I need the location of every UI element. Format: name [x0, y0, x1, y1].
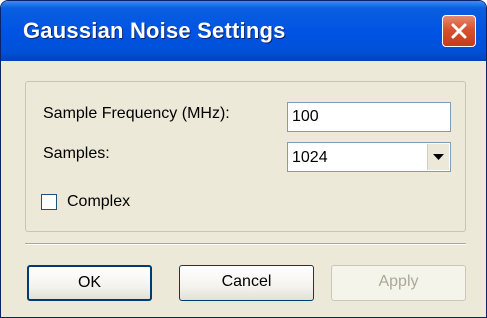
samples-dropdown[interactable]: 1024: [287, 142, 451, 172]
apply-button[interactable]: Apply: [331, 265, 466, 301]
sample-frequency-label: Sample Frequency (MHz):: [43, 105, 230, 122]
sample-frequency-input[interactable]: 100: [287, 102, 451, 132]
cancel-button[interactable]: Cancel: [179, 265, 314, 301]
ok-button[interactable]: OK: [27, 265, 152, 301]
dialog-window: Gaussian Noise Settings Sample Frequency…: [0, 0, 487, 318]
chevron-down-icon: [433, 154, 444, 160]
complex-label[interactable]: Complex: [67, 193, 130, 211]
close-icon: [451, 23, 467, 39]
complex-checkbox[interactable]: [41, 194, 57, 210]
title-bar[interactable]: Gaussian Noise Settings: [1, 1, 486, 61]
separator: [25, 243, 466, 245]
window-title: Gaussian Noise Settings: [23, 18, 286, 43]
close-button[interactable]: [442, 15, 476, 47]
samples-label: Samples:: [43, 145, 110, 162]
samples-selected-value: 1024: [292, 149, 328, 166]
samples-dropdown-button[interactable]: [427, 144, 449, 170]
